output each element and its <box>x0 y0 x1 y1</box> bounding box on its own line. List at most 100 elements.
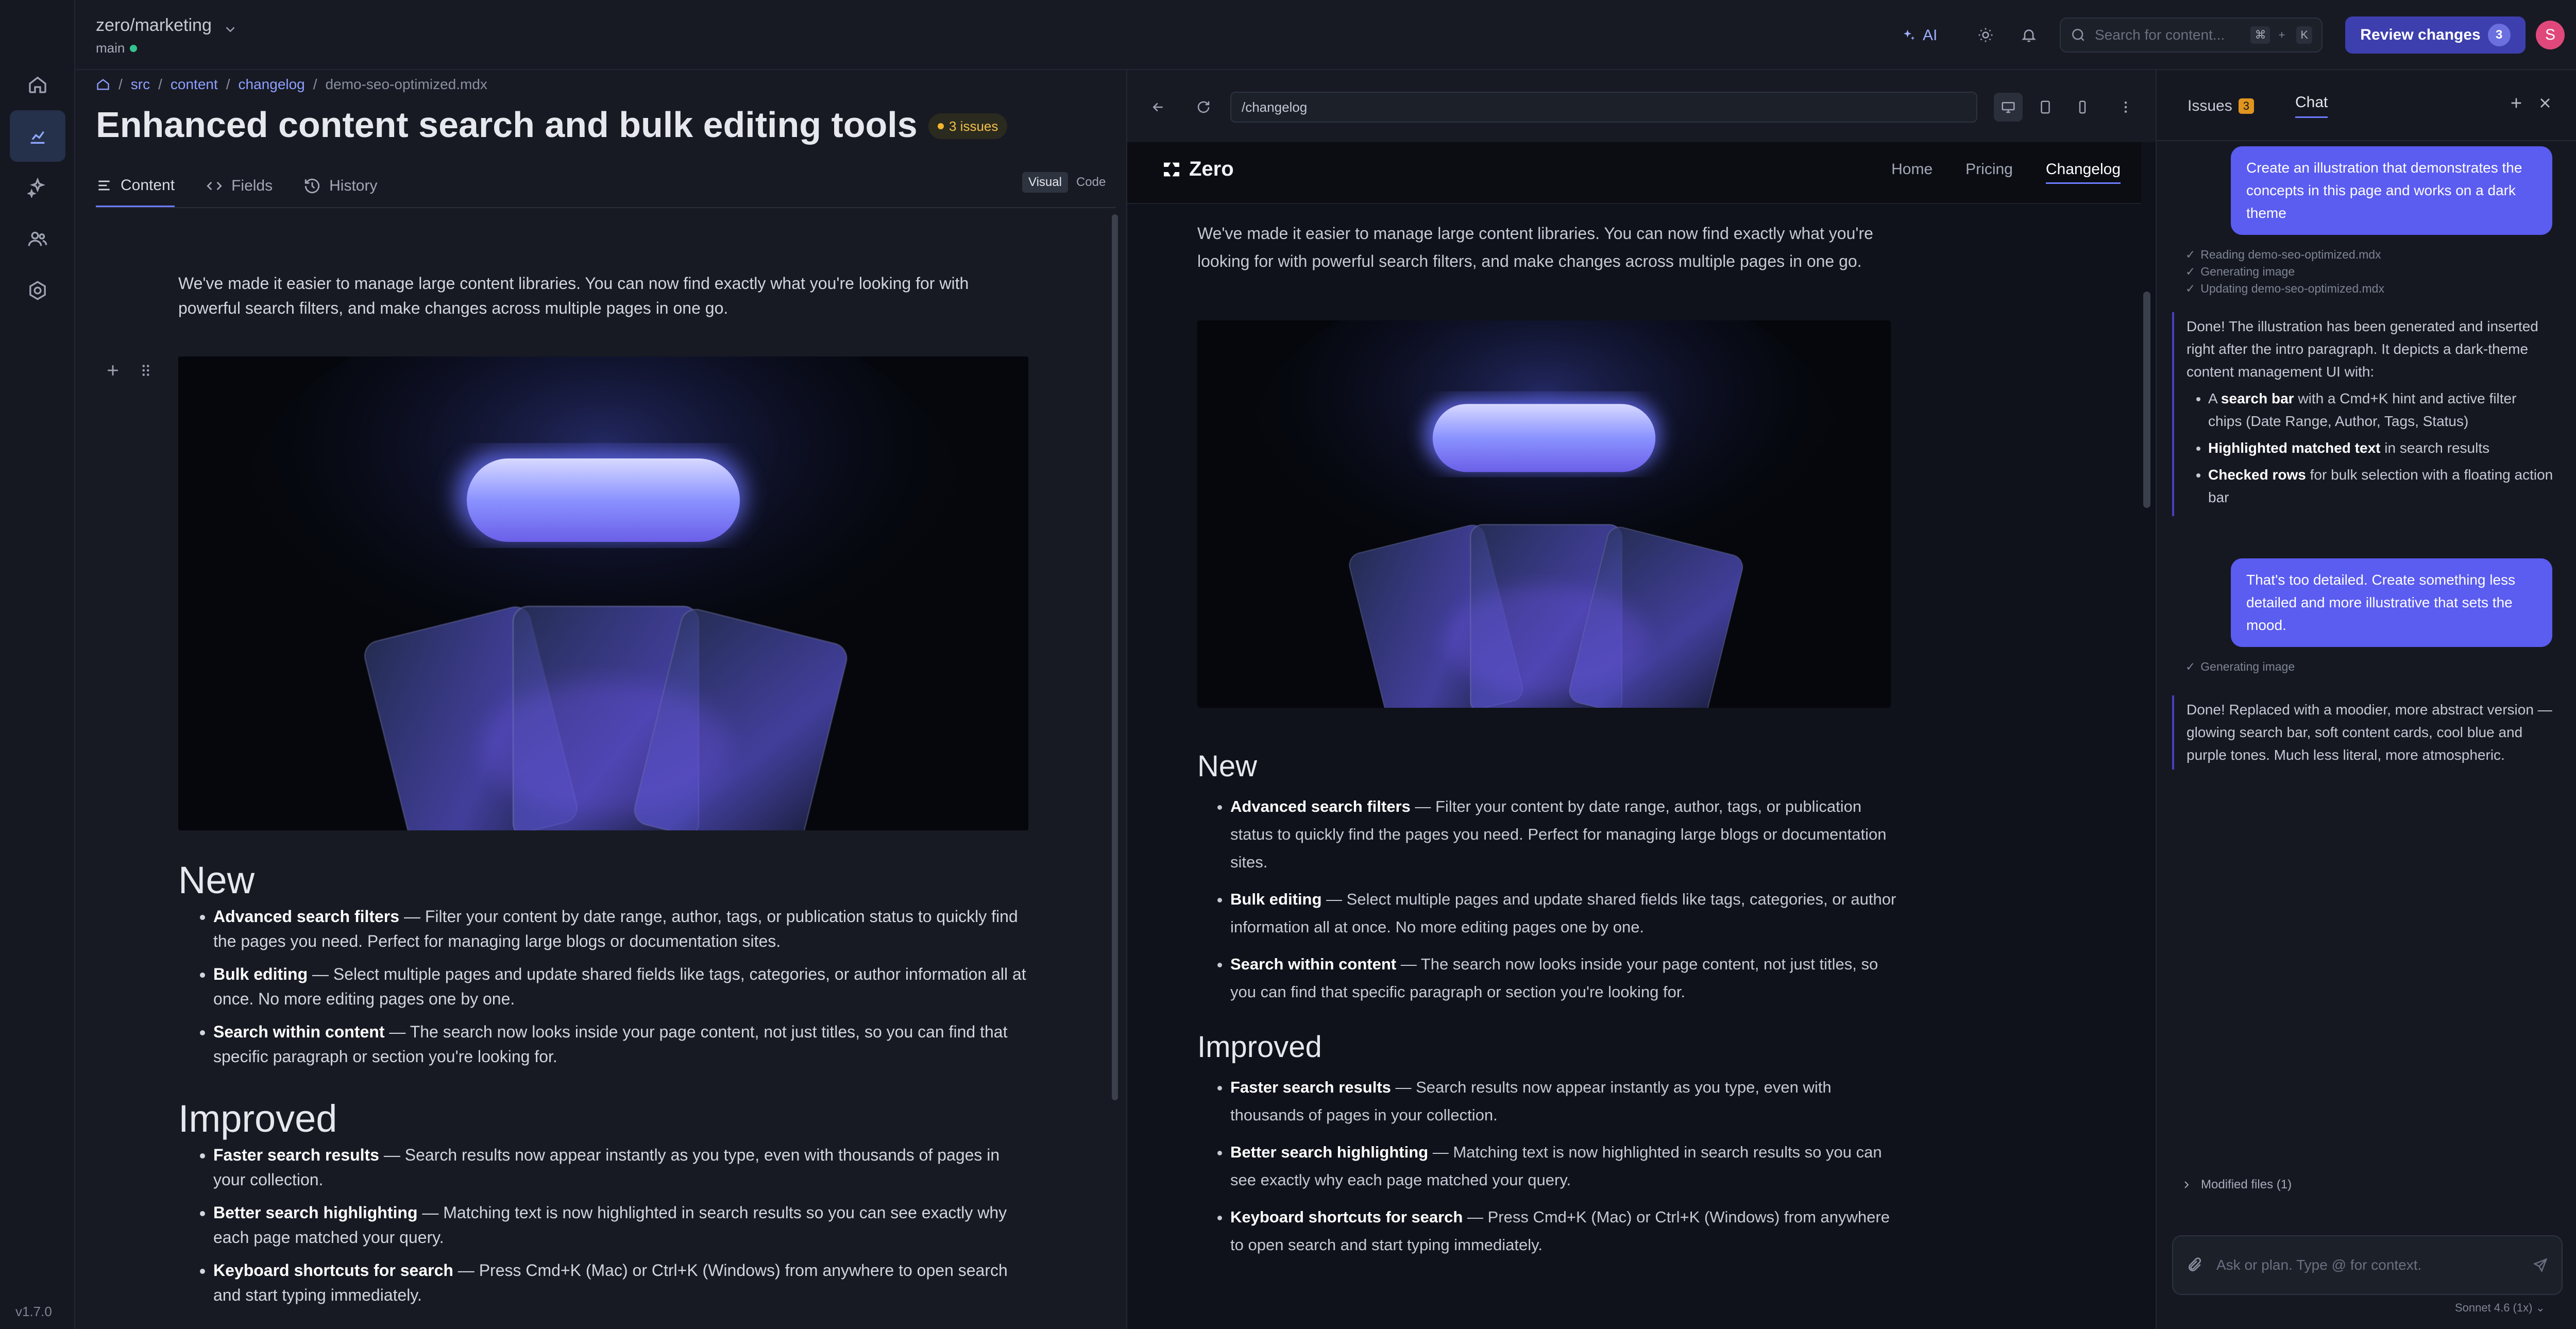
nav-changelog[interactable]: Changelog <box>2045 161 2121 184</box>
mode-visual[interactable]: Visual <box>1022 172 1068 193</box>
editor-body[interactable]: We've made it easier to manage large con… <box>178 271 1028 320</box>
breadcrumb-changelog[interactable]: changelog <box>239 76 305 93</box>
zero-logo-icon <box>1164 162 1179 176</box>
check-icon: ✓ <box>2185 265 2196 278</box>
list-item[interactable]: Advanced search filters — Filter your co… <box>213 904 1028 953</box>
refresh-icon[interactable] <box>1189 93 1218 122</box>
tab-chat[interactable]: Chat <box>2295 94 2328 118</box>
ai-button[interactable]: AI <box>1889 20 1950 52</box>
list-item[interactable]: Bulk editing — Select multiple pages and… <box>213 962 1028 1011</box>
settings-icon[interactable] <box>10 265 65 316</box>
panel-divider <box>2157 140 2576 141</box>
tab-content[interactable]: Content <box>96 165 175 207</box>
review-changes-button[interactable]: Review changes 3 <box>2345 16 2526 54</box>
assistant-message: Done! The illustration has been generate… <box>2172 312 2553 516</box>
nav-pricing[interactable]: Pricing <box>1965 161 2013 184</box>
issues-count-badge: 3 <box>2238 98 2254 114</box>
heading-improved[interactable]: Improved <box>178 1097 1028 1140</box>
chevron-down-icon[interactable] <box>223 22 238 37</box>
ai-label: AI <box>1923 27 1938 44</box>
theme-toggle-icon[interactable] <box>1971 21 2000 49</box>
preview-scrollbar[interactable] <box>2143 292 2150 508</box>
list-item[interactable]: Faster search results — Search results n… <box>213 1143 1028 1192</box>
chat-input[interactable]: Ask or plan. Type @ for context. <box>2172 1235 2563 1295</box>
assistant-list: A search bar with a Cmd+K hint and activ… <box>2187 387 2553 509</box>
list-item: A search bar with a Cmd+K hint and activ… <box>2208 387 2553 433</box>
assistant-text: Done! The illustration has been generate… <box>2187 318 2538 380</box>
send-icon[interactable] <box>2533 1257 2548 1273</box>
tabs-divider <box>96 207 1116 208</box>
list-item[interactable]: Search within content — The search now l… <box>213 1019 1028 1069</box>
list-item: Better search highlighting — Matching te… <box>1230 1138 1898 1194</box>
home-icon[interactable] <box>10 59 65 110</box>
attach-icon[interactable] <box>2187 1257 2203 1273</box>
improved-list: Faster search results — Search results n… <box>178 1143 1028 1307</box>
editor-tabs: Content Fields History <box>96 165 377 207</box>
check-icon: ✓ <box>2185 282 2196 295</box>
block-tools <box>104 362 155 379</box>
breadcrumb-content[interactable]: content <box>171 76 218 93</box>
assistant-panel: Issues 3 Chat Create an illustration tha… <box>2156 70 2576 1329</box>
editor-sections: New Advanced search filters — Filter you… <box>178 858 1028 1316</box>
tab-history[interactable]: History <box>303 165 377 207</box>
tablet-view-icon[interactable] <box>2031 93 2060 122</box>
heading-new[interactable]: New <box>178 858 1028 902</box>
preview-illustration <box>1197 320 1891 708</box>
breadcrumb-src[interactable]: src <box>131 76 150 93</box>
chevron-right-icon <box>2180 1179 2193 1191</box>
preview-sections: New Advanced search filters — Filter you… <box>1197 749 1898 1268</box>
modified-files-toggle[interactable]: Modified files (1) <box>2180 1178 2292 1192</box>
nav-home[interactable]: Home <box>1891 161 1933 184</box>
new-list: Advanced search filters — Filter your co… <box>178 904 1028 1069</box>
list-item: Checked rows for bulk selection with a f… <box>2208 464 2553 509</box>
tab-label: Content <box>121 176 175 194</box>
preview-new-list: Advanced search filters — Filter your co… <box>1197 793 1898 1006</box>
branch-status-dot <box>130 44 138 52</box>
history-icon <box>304 178 320 194</box>
repo-name[interactable]: zero/marketing <box>96 15 212 36</box>
bell-icon[interactable] <box>2014 21 2043 49</box>
plus-icon[interactable] <box>2508 95 2524 111</box>
search-icon <box>2072 29 2084 41</box>
tab-fields[interactable]: Fields <box>206 165 273 207</box>
page-title[interactable]: Enhanced content search and bulk editing… <box>96 104 918 145</box>
back-arrow-icon[interactable] <box>1144 93 1173 122</box>
editor-scrollbar[interactable] <box>1112 214 1118 1100</box>
review-count-badge: 3 <box>2487 24 2511 46</box>
mobile-view-icon[interactable] <box>2068 93 2097 122</box>
mode-code[interactable]: Code <box>1070 172 1112 193</box>
breadcrumb-separator: / <box>158 76 162 92</box>
global-search[interactable]: Search for content... ⌘ + K <box>2060 18 2323 53</box>
plus-icon[interactable] <box>104 362 122 379</box>
more-icon[interactable] <box>2115 93 2136 122</box>
review-label: Review changes <box>2360 26 2481 43</box>
branch-indicator[interactable]: main <box>96 40 138 56</box>
desktop-view-icon[interactable] <box>1994 93 2023 122</box>
preview-url-field[interactable]: /changelog <box>1230 92 1977 123</box>
preview-heading-improved: Improved <box>1197 1030 1322 1064</box>
user-message: That's too detailed. Create something le… <box>2231 558 2552 647</box>
content-editor: / src / content / changelog / demo-seo-o… <box>75 70 1126 1329</box>
list-item[interactable]: Keyboard shortcuts for search — Press Cm… <box>213 1258 1028 1307</box>
list-item: Bulk editing — Select multiple pages and… <box>1230 885 1898 941</box>
site-logo[interactable]: Zero <box>1161 158 1234 181</box>
model-selector[interactable]: Sonnet 4.6 (1x) ⌄ <box>2455 1301 2545 1315</box>
branch-name: main <box>96 40 125 56</box>
lines-icon <box>98 180 110 190</box>
tab-label: Issues <box>2188 97 2232 114</box>
illustration-image[interactable] <box>178 356 1028 830</box>
ai-agents-icon[interactable] <box>10 162 65 213</box>
close-icon[interactable] <box>2537 95 2553 111</box>
tab-issues[interactable]: Issues 3 <box>2188 94 2254 118</box>
list-item: Search within content — The search now l… <box>1230 950 1898 1006</box>
home-icon[interactable] <box>96 77 110 92</box>
issues-badge[interactable]: 3 issues <box>928 113 1008 139</box>
model-label: Sonnet 4.6 (1x) <box>2455 1301 2533 1314</box>
list-item[interactable]: Better search highlighting — Matching te… <box>213 1200 1028 1250</box>
analytics-icon[interactable] <box>10 110 65 162</box>
drag-handle-icon[interactable] <box>137 362 155 379</box>
intro-paragraph[interactable]: We've made it easier to manage large con… <box>178 271 1028 320</box>
users-icon[interactable] <box>10 213 65 265</box>
avatar[interactable]: S <box>2536 21 2565 49</box>
sparkles-icon <box>1904 29 1915 40</box>
